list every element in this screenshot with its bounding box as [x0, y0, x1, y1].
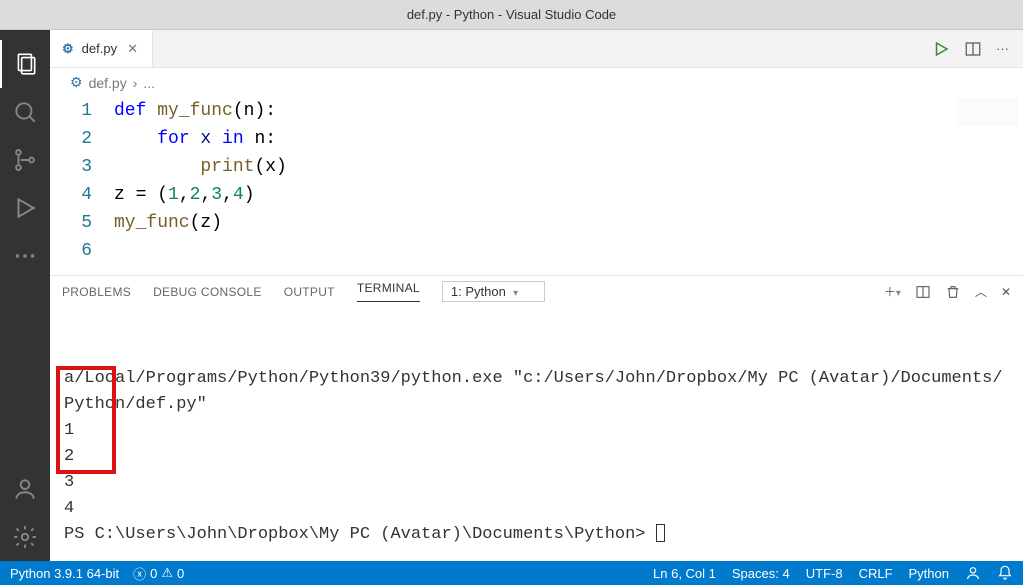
terminal-selector-value: 1: Python [451, 284, 506, 299]
line-number: 6 [50, 237, 114, 265]
status-problems[interactable]: ⓧ0 ⚠0 [133, 564, 184, 583]
code-line: print(x) [114, 153, 287, 181]
split-terminal-icon[interactable] [915, 284, 931, 300]
breadcrumb[interactable]: ⚙ def.py › ... [50, 68, 1023, 93]
window-titlebar: def.py - Python - Visual Studio Code [0, 0, 1023, 30]
terminal-output: 3 [64, 470, 1009, 496]
line-number: 1 [50, 97, 114, 125]
status-feedback-icon[interactable] [965, 565, 981, 581]
error-icon: ⓧ [133, 564, 146, 583]
status-bar: Python 3.9.1 64-bit ⓧ0 ⚠0 Ln 6, Col 1 Sp… [0, 561, 1023, 585]
chevron-down-icon: ▾ [513, 288, 518, 299]
breadcrumb-sep: › [133, 75, 138, 91]
breadcrumb-more: ... [143, 75, 155, 91]
accounts-icon[interactable] [0, 465, 50, 513]
code-line [114, 237, 125, 265]
tab-output[interactable]: OUTPUT [284, 285, 335, 299]
window-title: def.py - Python - Visual Studio Code [407, 7, 616, 22]
settings-gear-icon[interactable] [0, 513, 50, 561]
line-number: 5 [50, 209, 114, 237]
line-number: 2 [50, 125, 114, 153]
tab-debug-console[interactable]: DEBUG CONSOLE [153, 285, 262, 299]
status-notifications-icon[interactable] [997, 565, 1013, 581]
breadcrumb-file: def.py [89, 75, 127, 91]
more-actions-icon[interactable]: ··· [996, 41, 1009, 56]
more-icon[interactable] [0, 232, 50, 280]
code-line: z = (1,2,3,4) [114, 181, 255, 209]
tab-bar: ⚙ def.py ✕ ··· [50, 30, 1023, 68]
terminal[interactable]: a/Local/Programs/Python/Python39/python.… [50, 308, 1023, 561]
search-icon[interactable] [0, 88, 50, 136]
kill-terminal-icon[interactable] [945, 284, 961, 300]
terminal-output: 4 [64, 496, 1009, 522]
explorer-icon[interactable] [0, 40, 50, 88]
terminal-output: 2 [64, 444, 1009, 470]
run-debug-icon[interactable] [0, 184, 50, 232]
terminal-output: 1 [64, 418, 1009, 444]
terminal-prompt: PS C:\Users\John\Dropbox\My PC (Avatar)\… [64, 525, 656, 544]
status-indentation[interactable]: Spaces: 4 [732, 566, 790, 581]
terminal-selector[interactable]: 1: Python ▾ [442, 281, 545, 302]
python-file-icon: ⚙ [70, 74, 83, 91]
panel: PROBLEMS DEBUG CONSOLE OUTPUT TERMINAL 1… [50, 275, 1023, 561]
code-line: for x in n: [114, 125, 276, 153]
terminal-cursor [656, 524, 665, 542]
python-file-icon: ⚙ [62, 41, 74, 57]
editor-area: ⚙ def.py ✕ ··· ⚙ def.py › ... [50, 30, 1023, 561]
tab-terminal[interactable]: TERMINAL [357, 281, 420, 302]
maximize-panel-icon[interactable]: ︿ [975, 283, 987, 300]
tab-problems[interactable]: PROBLEMS [62, 285, 131, 299]
tab-def-py[interactable]: ⚙ def.py ✕ [50, 30, 153, 67]
split-editor-icon[interactable] [964, 40, 982, 58]
close-tab-icon[interactable]: ✕ [125, 39, 140, 59]
status-python-interpreter[interactable]: Python 3.9.1 64-bit [10, 566, 119, 581]
code-line: my_func(z) [114, 209, 222, 237]
source-control-icon[interactable] [0, 136, 50, 184]
status-encoding[interactable]: UTF-8 [806, 566, 843, 581]
code-line: def my_func(n): [114, 97, 276, 125]
close-panel-icon[interactable]: ✕ [1001, 285, 1011, 299]
tab-actions: ··· [932, 30, 1023, 67]
line-number: 4 [50, 181, 114, 209]
tab-filename: def.py [82, 41, 117, 56]
workspace: ⚙ def.py ✕ ··· ⚙ def.py › ... [0, 30, 1023, 561]
activity-bar [0, 30, 50, 561]
run-file-icon[interactable] [932, 40, 950, 58]
status-language-mode[interactable]: Python [909, 566, 949, 581]
status-eol[interactable]: CRLF [859, 566, 893, 581]
status-cursor-position[interactable]: Ln 6, Col 1 [653, 566, 716, 581]
line-number: 3 [50, 153, 114, 181]
panel-tabs: PROBLEMS DEBUG CONSOLE OUTPUT TERMINAL 1… [50, 276, 1023, 308]
minimap[interactable] [957, 99, 1017, 125]
terminal-line: a/Local/Programs/Python/Python39/python.… [64, 369, 1003, 414]
new-terminal-icon[interactable]: ＋▾ [884, 283, 901, 300]
code-editor[interactable]: 1 def my_func(n): 2 for x in n: 3 print(… [50, 93, 1023, 275]
warning-icon: ⚠ [161, 565, 173, 581]
